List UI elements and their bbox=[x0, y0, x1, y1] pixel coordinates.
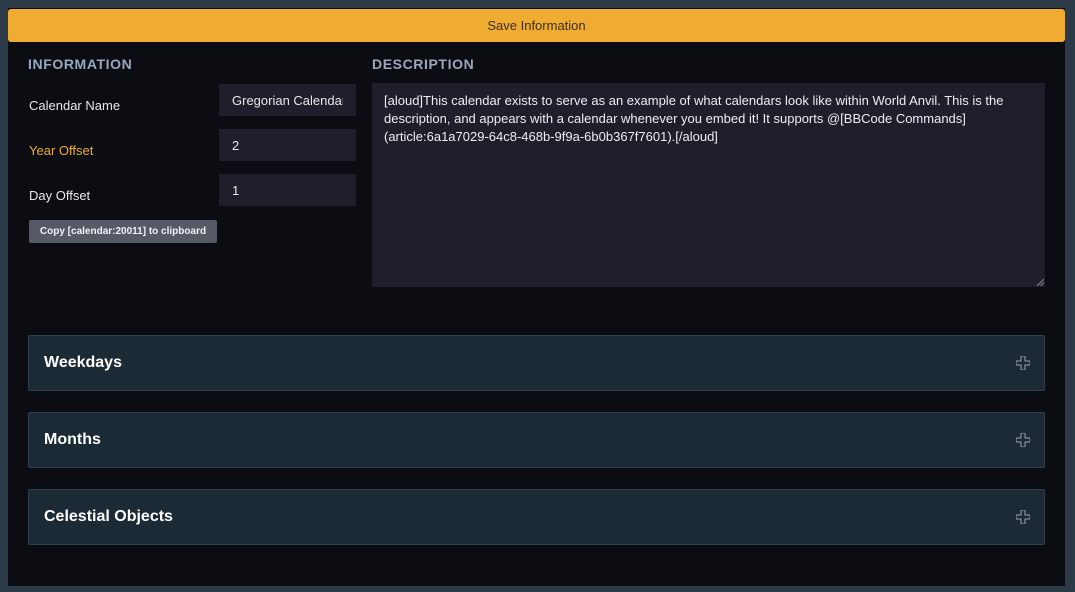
plus-icon[interactable] bbox=[1016, 433, 1030, 447]
day-offset-input[interactable] bbox=[219, 174, 356, 206]
copy-calendar-tag-button[interactable]: Copy [calendar:20011] to clipboard bbox=[29, 220, 217, 243]
year-offset-input[interactable] bbox=[219, 129, 356, 161]
celestial-objects-section-title: Celestial Objects bbox=[44, 508, 173, 525]
calendar-name-label: Calendar Name bbox=[29, 98, 121, 113]
information-heading: INFORMATION bbox=[28, 56, 133, 72]
resize-grip-icon[interactable] bbox=[1036, 278, 1044, 286]
save-information-button[interactable]: Save Information bbox=[8, 9, 1065, 42]
weekdays-section-header[interactable]: Weekdays bbox=[28, 335, 1045, 391]
description-textarea[interactable]: [aloud]This calendar exists to serve as … bbox=[372, 83, 1045, 287]
plus-icon[interactable] bbox=[1016, 356, 1030, 370]
months-section-header[interactable]: Months bbox=[28, 412, 1045, 468]
year-offset-label: Year Offset bbox=[29, 143, 94, 158]
celestial-objects-section-header[interactable]: Celestial Objects bbox=[28, 489, 1045, 545]
day-offset-label: Day Offset bbox=[29, 188, 91, 203]
description-heading: DESCRIPTION bbox=[372, 56, 475, 72]
weekdays-section-title: Weekdays bbox=[44, 354, 122, 371]
months-section-title: Months bbox=[44, 431, 101, 448]
calendar-name-input[interactable] bbox=[219, 84, 356, 116]
calendar-editor: Save Information INFORMATION Calendar Na… bbox=[8, 8, 1065, 586]
plus-icon[interactable] bbox=[1016, 510, 1030, 524]
